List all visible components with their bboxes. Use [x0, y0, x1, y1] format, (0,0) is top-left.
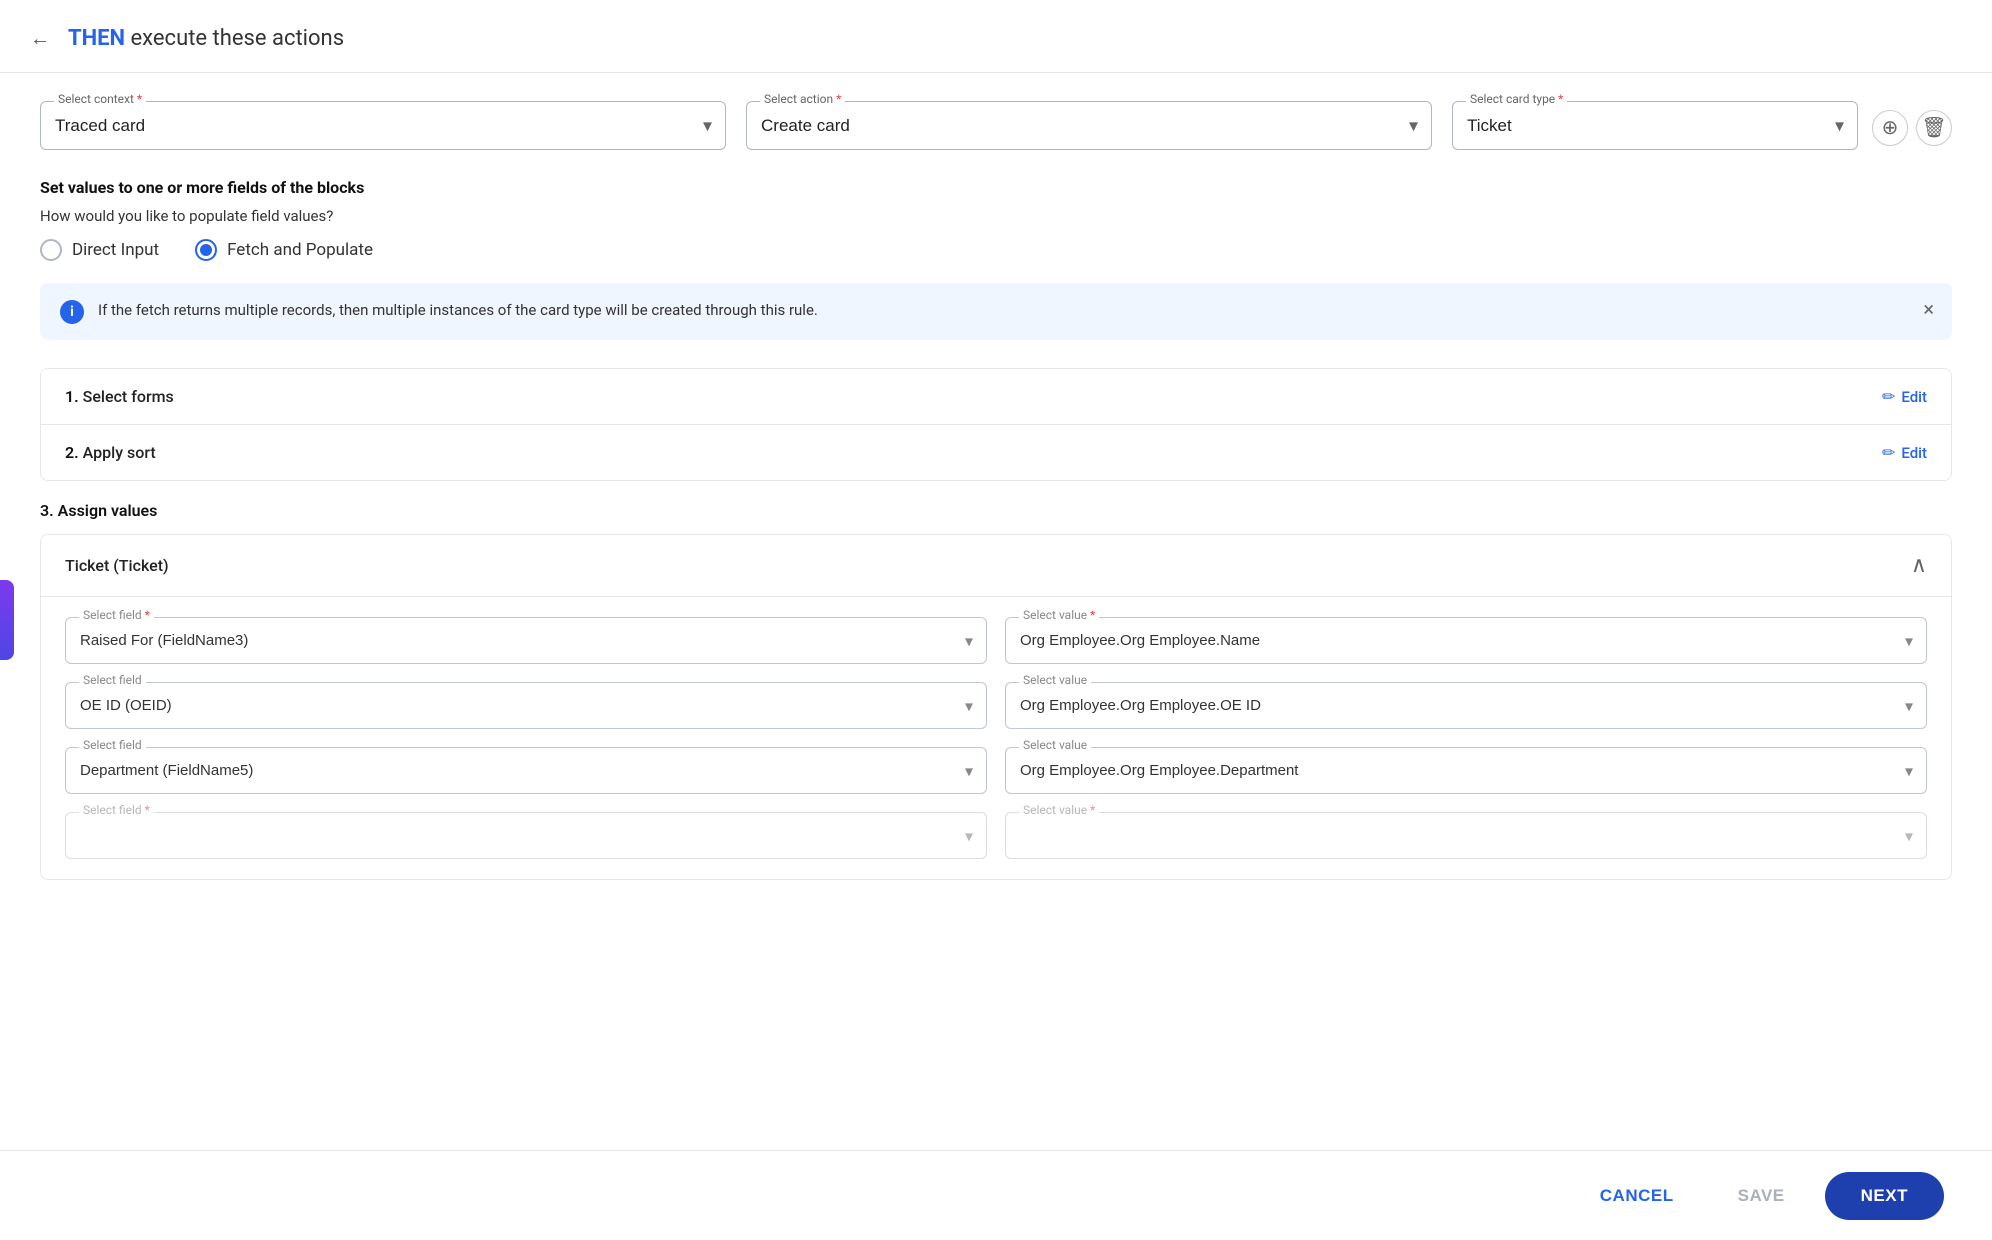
field-row-2: Select field OE ID (OEID) ▾ Select value [65, 682, 1927, 729]
field-row-3: Select field Department (FieldName5) ▾ S… [65, 747, 1927, 794]
step-1-number: 1. [65, 387, 79, 406]
step-2-text: Apply sort [83, 443, 156, 462]
step-1-row: 1. Select forms ✏ Edit [41, 369, 1951, 425]
value-dropdown-4[interactable] [1005, 812, 1927, 859]
value-select-1: Select value * Org Employee.Org Employee… [1005, 617, 1927, 664]
delete-card-type-button[interactable]: 🗑 [1916, 110, 1952, 146]
value-label-2: Select value [1019, 673, 1091, 687]
direct-input-radio[interactable] [40, 239, 62, 261]
field-select-2: Select field OE ID (OEID) ▾ [65, 682, 987, 729]
populate-question: How would you like to populate field val… [40, 207, 1952, 225]
set-values-title: Set values to one or more fields of the … [40, 178, 1952, 197]
value-select-4: Select value * ▾ [1005, 812, 1927, 859]
card-type-required-star: * [1558, 92, 1563, 106]
step-2-row: 2. Apply sort ✏ Edit [41, 425, 1951, 480]
assign-values-section: 3. Assign values Ticket (Ticket) ∧ Se [40, 501, 1952, 880]
fetch-populate-option[interactable]: Fetch and Populate [195, 239, 373, 261]
context-select-group: Select context * Traced card ▾ [40, 101, 726, 150]
info-close-button[interactable]: × [1923, 297, 1934, 321]
card-type-select[interactable]: Ticket [1452, 101, 1858, 150]
ticket-header-title: Ticket (Ticket) [65, 556, 169, 575]
field-row-4: Select field * ▾ Select value * [65, 812, 1927, 859]
info-banner: i If the fetch returns multiple records,… [40, 283, 1952, 340]
action-required-star: * [836, 92, 841, 106]
value-dropdown-3[interactable]: Org Employee.Org Employee.Department [1005, 747, 1927, 794]
step-2-edit-icon: ✏ [1882, 443, 1895, 462]
field-row-1: Select field * Raised For (FieldName3) ▾… [65, 617, 1927, 664]
action-select[interactable]: Create card [746, 101, 1432, 150]
fetch-populate-label: Fetch and Populate [227, 240, 373, 260]
field-label-2: Select field [79, 673, 146, 687]
step-2-label: 2. Apply sort [65, 443, 156, 462]
page-header: ← THEN execute these actions [0, 0, 1992, 73]
context-select[interactable]: Traced card [40, 101, 726, 150]
field-select-1: Select field * Raised For (FieldName3) ▾ [65, 617, 987, 664]
info-icon: i [60, 300, 84, 324]
action-select-group: Select action * Create card ▾ [746, 101, 1432, 150]
add-card-type-button[interactable]: ⊕ [1872, 110, 1908, 146]
step-1-text: Select forms [83, 387, 174, 406]
card-type-select-group: Select card type * Ticket ▾ [1452, 101, 1858, 150]
direct-input-label: Direct Input [72, 240, 159, 260]
field-select-4: Select field * ▾ [65, 812, 987, 859]
field-dropdown-3[interactable]: Department (FieldName5) [65, 747, 987, 794]
title-rest: execute these actions [125, 26, 344, 51]
step-2-edit-label: Edit [1901, 444, 1927, 462]
field-dropdown-4[interactable] [65, 812, 987, 859]
value-required-star-4: * [1090, 803, 1095, 817]
assign-label: Assign values [58, 501, 158, 520]
dropdowns-row: Select context * Traced card ▾ Select ac… [40, 101, 1952, 150]
direct-input-option[interactable]: Direct Input [40, 239, 159, 261]
radio-group: Direct Input Fetch and Populate [40, 239, 1952, 261]
footer: CANCEL SAVE NEXT [0, 1150, 1992, 1240]
fetch-populate-radio[interactable] [195, 239, 217, 261]
collapse-button[interactable]: ∧ [1911, 553, 1927, 578]
field-label-1: Select field * [79, 608, 154, 622]
field-select-3: Select field Department (FieldName5) ▾ [65, 747, 987, 794]
field-required-star-4: * [145, 803, 150, 817]
assign-values-heading: 3. Assign values [40, 501, 1952, 520]
page-title: THEN execute these actions [68, 26, 344, 51]
context-required-star: * [137, 92, 142, 106]
value-dropdown-2[interactable]: Org Employee.Org Employee.OE ID [1005, 682, 1927, 729]
step-1-edit-icon: ✏ [1882, 387, 1895, 406]
step-1-edit-button[interactable]: ✏ Edit [1882, 387, 1927, 406]
value-label-1: Select value * [1019, 608, 1099, 622]
field-dropdown-2[interactable]: OE ID (OEID) [65, 682, 987, 729]
save-button[interactable]: SAVE [1714, 1174, 1809, 1218]
value-dropdown-1[interactable]: Org Employee.Org Employee.Name [1005, 617, 1927, 664]
context-label: Select context * [54, 92, 146, 106]
field-label-3: Select field [79, 738, 146, 752]
field-required-star-1: * [145, 608, 150, 622]
cancel-button[interactable]: CANCEL [1576, 1174, 1698, 1218]
field-label-4: Select field * [79, 803, 154, 817]
steps-section: 1. Select forms ✏ Edit 2. Apply sort ✏ [40, 368, 1952, 481]
step-2-number: 2. [65, 443, 79, 462]
value-label-4: Select value * [1019, 803, 1099, 817]
set-values-section: Set values to one or more fields of the … [40, 178, 1952, 880]
step-2-edit-button[interactable]: ✏ Edit [1882, 443, 1927, 462]
back-icon: ← [30, 26, 50, 51]
assign-section-container: Ticket (Ticket) ∧ Select field * Rai [40, 534, 1952, 880]
info-text: If the fetch returns multiple records, t… [98, 299, 1932, 322]
field-rows: Select field * Raised For (FieldName3) ▾… [41, 597, 1951, 879]
action-label: Select action * [760, 92, 845, 106]
back-button[interactable]: ← [24, 22, 56, 54]
value-required-star-1: * [1090, 608, 1095, 622]
side-tab [0, 580, 14, 660]
step-1-edit-label: Edit [1901, 388, 1927, 406]
then-keyword: THEN [68, 26, 125, 51]
step-1-label: 1. Select forms [65, 387, 174, 406]
value-label-3: Select value [1019, 738, 1091, 752]
assign-header: Ticket (Ticket) ∧ [41, 535, 1951, 597]
value-select-2: Select value Org Employee.Org Employee.O… [1005, 682, 1927, 729]
assign-number: 3. [40, 501, 54, 520]
value-select-3: Select value Org Employee.Org Employee.D… [1005, 747, 1927, 794]
field-dropdown-1[interactable]: Raised For (FieldName3) [65, 617, 987, 664]
card-type-label: Select card type * [1466, 92, 1567, 106]
next-button[interactable]: NEXT [1825, 1172, 1944, 1220]
card-type-icon-buttons: ⊕ 🗑 [1872, 110, 1952, 146]
